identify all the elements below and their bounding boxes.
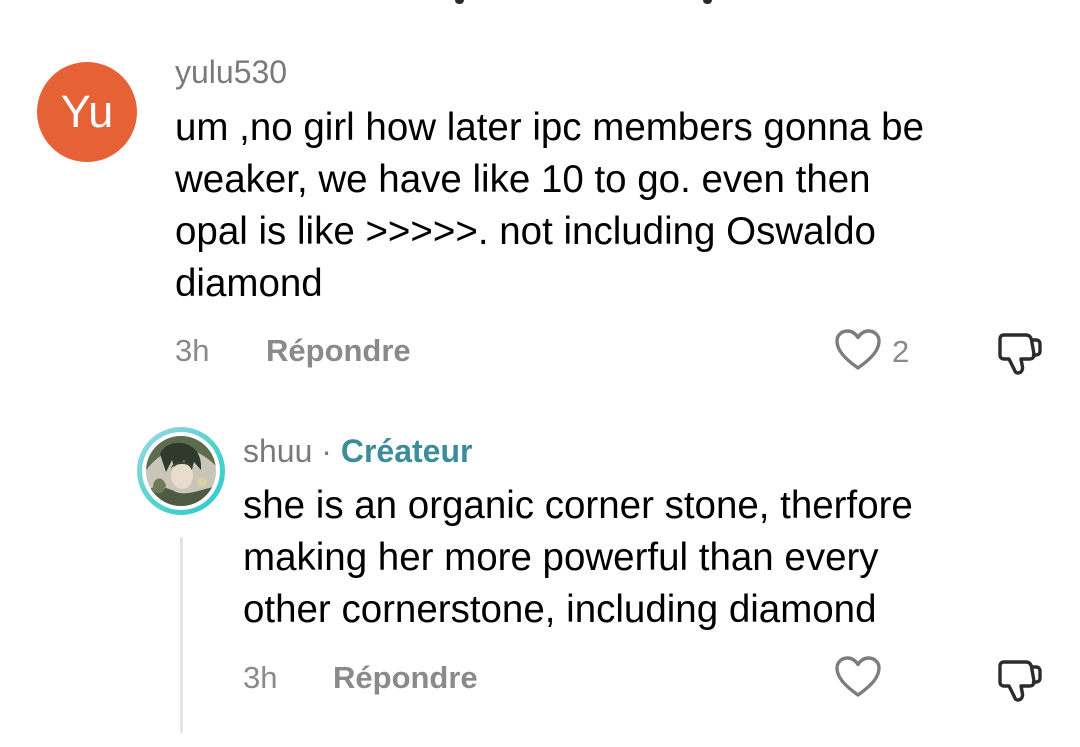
thumbs-down-outline-icon bbox=[998, 660, 1042, 702]
comment-text: um ,no girl how later ipc members gonna … bbox=[175, 106, 924, 305]
reply-username-line: shuu · Créateur bbox=[243, 433, 472, 470]
like-button[interactable] bbox=[834, 328, 882, 377]
reply-text: she is an organic corner stone, therfore… bbox=[243, 484, 913, 631]
avatar[interactable]: Yu bbox=[37, 62, 137, 162]
heart-outline-icon bbox=[835, 656, 881, 697]
reply-timestamp: 3h bbox=[243, 660, 278, 695]
username-separator: · bbox=[321, 433, 332, 469]
reply-username[interactable]: shuu bbox=[243, 433, 312, 469]
reply-thread-line bbox=[180, 537, 183, 733]
avatar-image bbox=[146, 436, 216, 506]
creator-badge: Créateur bbox=[340, 433, 473, 469]
cut-off-text-fragment bbox=[455, 0, 715, 6]
creator-avatar[interactable] bbox=[137, 427, 225, 515]
like-count: 2 bbox=[892, 334, 910, 369]
dislike-button[interactable] bbox=[996, 657, 1044, 708]
dislike-button[interactable] bbox=[996, 330, 1044, 381]
reply-button[interactable]: Répondre bbox=[266, 333, 411, 369]
avatar-initials: Yu bbox=[60, 86, 114, 137]
thumbs-down-outline-icon bbox=[998, 333, 1042, 375]
heart-outline-icon bbox=[835, 329, 881, 370]
like-button[interactable] bbox=[834, 655, 882, 704]
reply-button[interactable]: Répondre bbox=[333, 660, 478, 696]
comment-username[interactable]: yulu530 bbox=[175, 54, 287, 91]
comment-timestamp: 3h bbox=[175, 333, 210, 368]
